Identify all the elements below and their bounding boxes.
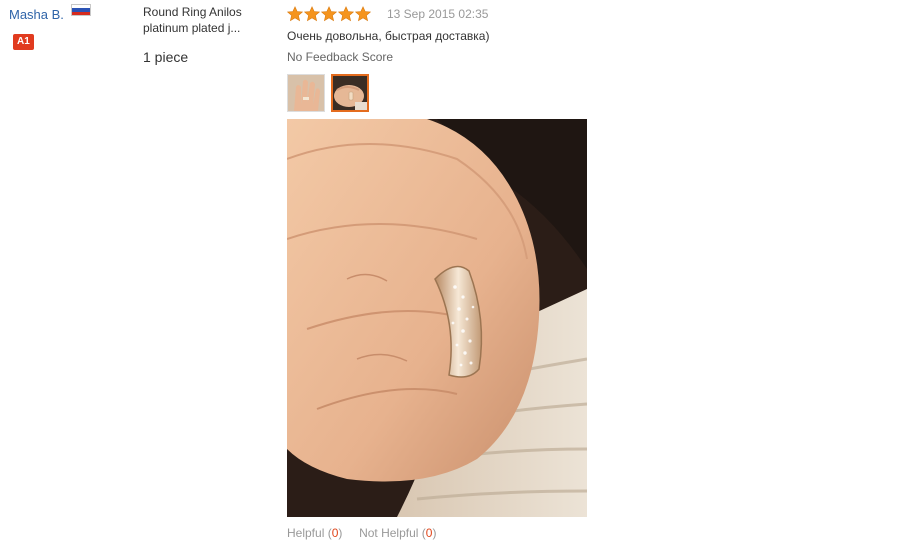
star-icon [338, 6, 354, 22]
hand-photo-icon [288, 75, 324, 111]
review-content: 13 Sep 2015 02:35 Очень довольна, быстра… [287, 6, 607, 112]
product-title-line1: Round Ring Anilos [143, 5, 242, 19]
reviewer-name-link[interactable]: Masha B. [9, 7, 64, 22]
helpful-button[interactable]: Helpful (0) [287, 526, 342, 540]
feedback-score: No Feedback Score [287, 50, 394, 64]
product-info: Round Ring Anilos platinum plated j... 1… [143, 4, 273, 65]
ring-on-hand-photo[interactable] [287, 119, 587, 517]
helpful-label: Helpful [287, 526, 325, 540]
not-helpful-count: 0 [425, 526, 433, 540]
reviewer-info: Masha B. A1 [9, 4, 129, 50]
product-quantity: 1 piece [143, 49, 189, 65]
buyer-level-badge: A1 [13, 34, 34, 50]
review-date: 13 Sep 2015 02:35 [387, 7, 489, 21]
photo-thumbnails [287, 74, 607, 112]
photo-thumbnail-2[interactable] [331, 74, 369, 112]
photo-thumbnail-1[interactable] [287, 74, 325, 112]
russia-flag-icon [71, 4, 92, 16]
not-helpful-button[interactable]: Not Helpful (0) [359, 526, 436, 540]
star-icon [321, 6, 337, 22]
rating-row: 13 Sep 2015 02:35 [287, 6, 607, 22]
star-icon [287, 6, 303, 22]
helpful-votes: Helpful (0) Not Helpful (0) [287, 526, 436, 540]
product-title-line2: platinum plated j... [143, 21, 241, 35]
ring-photo-icon [333, 76, 367, 110]
star-icon [355, 6, 371, 22]
product-title[interactable]: Round Ring Anilos platinum plated j... [143, 4, 273, 36]
review-text: Очень довольна, быстрая доставка) [287, 29, 490, 43]
star-rating [287, 6, 371, 22]
helpful-count: 0 [331, 526, 339, 540]
not-helpful-label: Not Helpful [359, 526, 419, 540]
star-icon [304, 6, 320, 22]
review-photo-image [287, 119, 587, 517]
